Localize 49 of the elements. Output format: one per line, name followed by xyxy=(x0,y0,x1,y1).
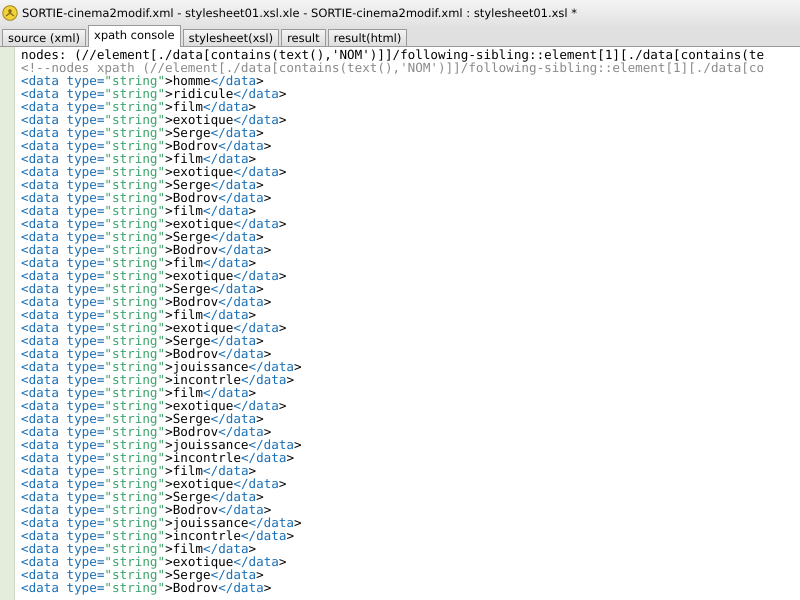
code-line: <data type="string">incontrle</data> xyxy=(21,529,296,542)
tab[interactable]: stylesheet(xsl) xyxy=(182,29,280,46)
code-line: <data type="string">film</data> xyxy=(21,100,256,113)
code-line: <data type="string">exotique</data> xyxy=(21,217,288,230)
code-line: <data type="string">Bodrov</data> xyxy=(21,295,272,308)
code-line: <data type="string">Serge</data> xyxy=(21,490,264,503)
code-line: <data type="string">homme</data> xyxy=(21,74,264,87)
code-line: <data type="string">Serge</data> xyxy=(21,126,264,139)
code-line: <data type="string">exotique</data> xyxy=(21,477,288,490)
app-icon xyxy=(2,5,18,21)
code-line: <data type="string">Serge</data> xyxy=(21,230,264,243)
code-line: <data type="string">ridicule</data> xyxy=(21,87,288,100)
code-line: <data type="string">film</data> xyxy=(21,386,256,399)
code-line: <data type="string">Bodrov</data> xyxy=(21,191,272,204)
code-line: <data type="string">film</data> xyxy=(21,542,256,555)
code-line: <data type="string">Serge</data> xyxy=(21,568,264,581)
code-line: <data type="string">jouissance</data> xyxy=(21,516,303,529)
code-line: <data type="string">exotique</data> xyxy=(21,399,288,412)
code-line: <data type="string">film</data> xyxy=(21,204,256,217)
code-line: <data type="string">Serge</data> xyxy=(21,282,264,295)
tab[interactable]: result(html) xyxy=(328,29,408,46)
tab[interactable]: result xyxy=(281,29,326,46)
code-line: <data type="string">film</data> xyxy=(21,464,256,477)
code-line: <data type="string">Bodrov</data> xyxy=(21,139,272,152)
tab[interactable]: source (xml) xyxy=(2,29,86,46)
code-line: <data type="string">film</data> xyxy=(21,256,256,269)
code-line: <data type="string">Serge</data> xyxy=(21,334,264,347)
window-title: SORTIE-cinema2modif.xml - stylesheet01.xsl.xle - SORTIE-cinema2modif.xml : stylesheet01.xsl * xyxy=(22,6,578,20)
code-line: <data type="string">Bodrov</data> xyxy=(21,425,272,438)
code-line: <data type="string">Serge</data> xyxy=(21,178,264,191)
code-line: <data type="string">exotique</data> xyxy=(21,113,288,126)
code-line: <data type="string">exotique</data> xyxy=(21,321,288,334)
code-line: <data type="string">jouissance</data> xyxy=(21,360,303,373)
code-line: <data type="string">exotique</data> xyxy=(21,269,288,282)
code-line: <data type="string">incontrle</data> xyxy=(21,373,296,386)
code-line: <data type="string">Bodrov</data> xyxy=(21,347,272,360)
code-line: <data type="string">Serge</data> xyxy=(21,412,264,425)
code-line: <data type="string">Bodrov</data> xyxy=(21,581,272,594)
comment-line: <!--nodes xpath (//element[./data[contains(text(),'NOM')]]/following-sibling::element[1][./data[co xyxy=(21,61,764,74)
code-line: <data type="string">exotique</data> xyxy=(21,165,288,178)
code-line: <data type="string">incontrle</data> xyxy=(21,451,296,464)
code-line: <data type="string">Bodrov</data> xyxy=(21,243,272,256)
code-line: <data type="string">film</data> xyxy=(21,308,256,321)
xpath-query-line: nodes: (//element[./data[contains(text(),'NOM')]]/following-sibling::element[1][./data[contains(te xyxy=(21,48,764,61)
code-line: <data type="string">jouissance</data> xyxy=(21,438,303,451)
tab[interactable]: xpath console xyxy=(88,25,181,47)
code-line: <data type="string">Bodrov</data> xyxy=(21,503,272,516)
code-line: <data type="string">exotique</data> xyxy=(21,555,288,568)
code-line: <data type="string">film</data> xyxy=(21,152,256,165)
